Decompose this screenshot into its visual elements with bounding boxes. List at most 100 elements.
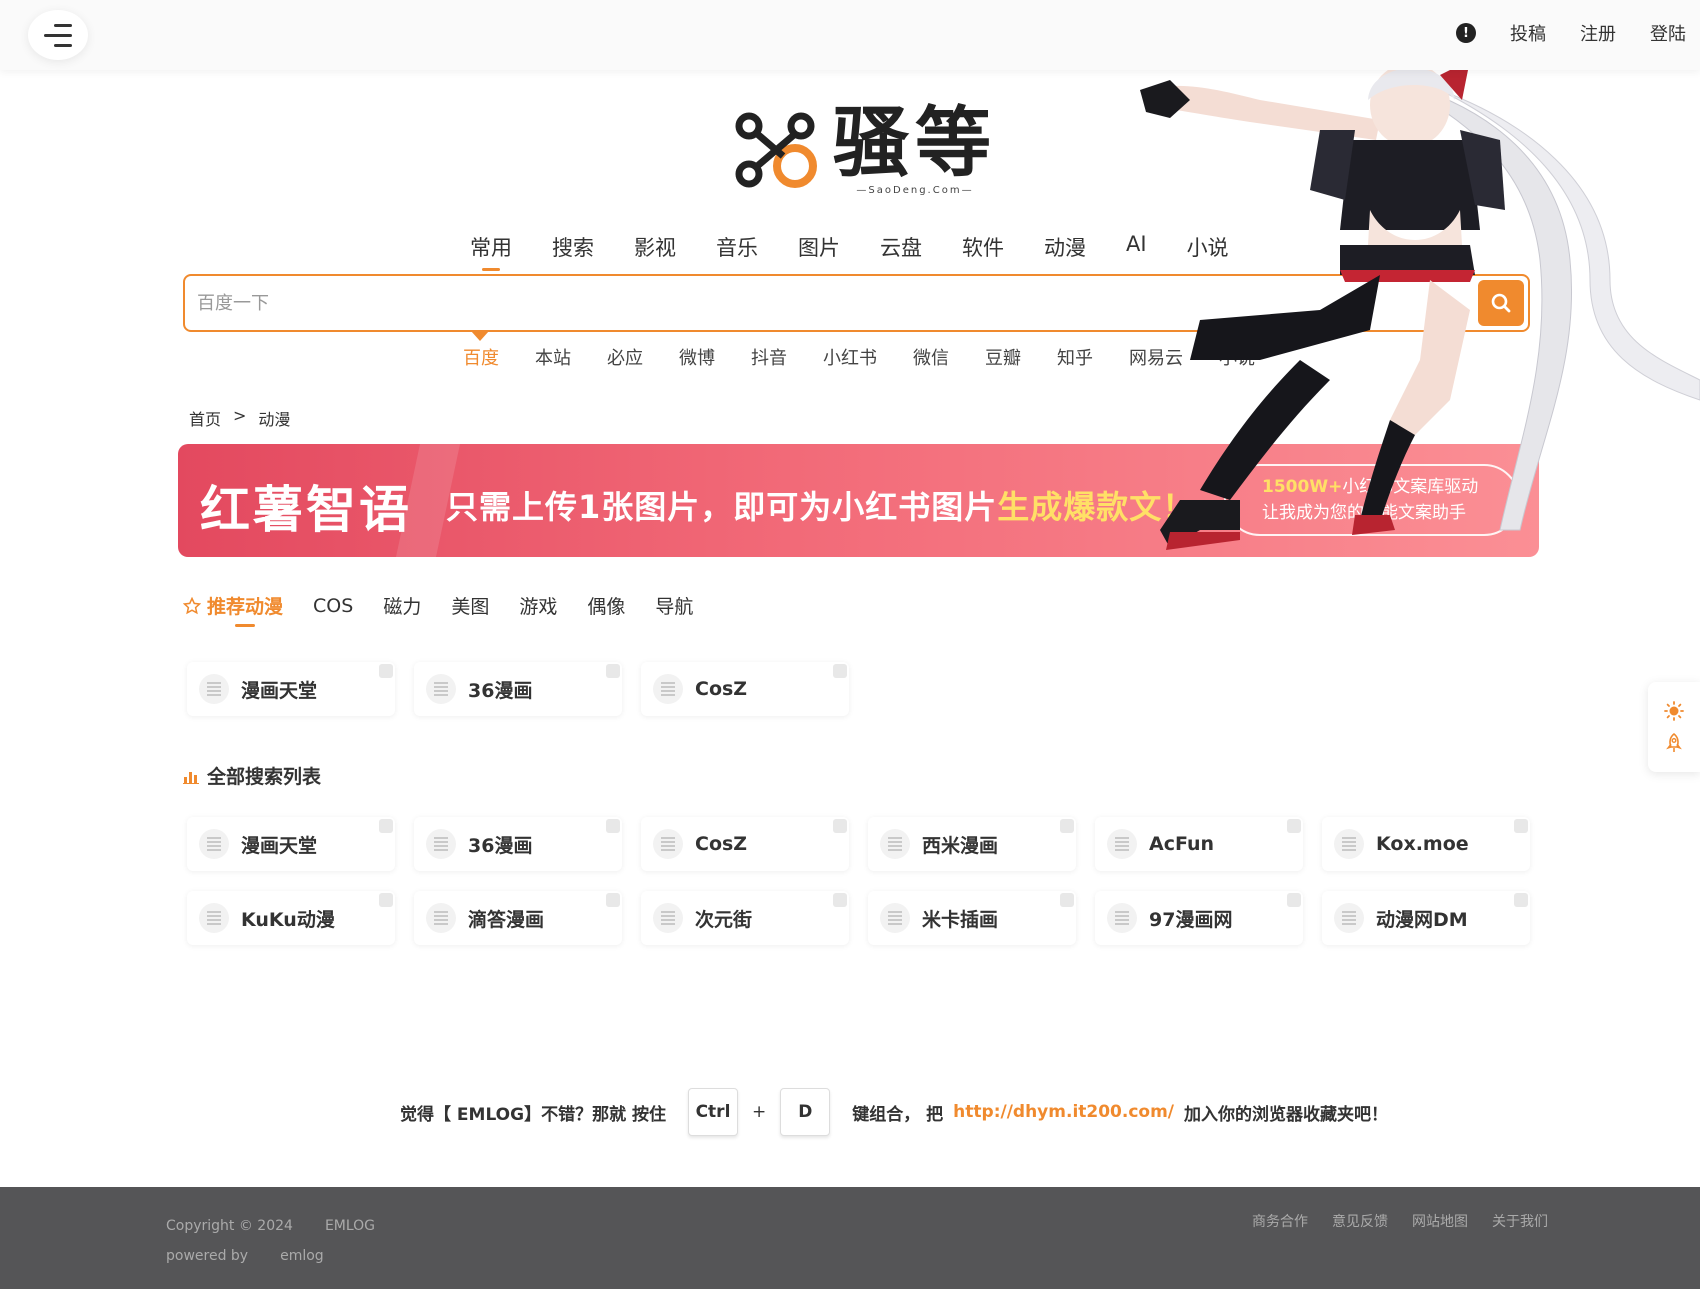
subtab-navigation[interactable]: 导航 [655, 592, 693, 619]
card-badge-icon [379, 664, 393, 678]
site-card[interactable]: KuKu动漫 [187, 891, 395, 945]
menu-line [54, 23, 72, 27]
engine-baidu[interactable]: 百度 [463, 344, 499, 370]
site-card[interactable]: 滴答漫画 [414, 891, 622, 945]
subtab-pictures[interactable]: 美图 [451, 592, 489, 619]
site-card[interactable]: 次元街 [641, 891, 849, 945]
site-card[interactable]: CosZ [641, 662, 849, 716]
logo-mark-icon [735, 112, 817, 188]
card-badge-icon [833, 664, 847, 678]
tab-music[interactable]: 音乐 [716, 232, 758, 262]
register-link[interactable]: 注册 [1580, 20, 1616, 46]
site-logo[interactable]: 骚等 —SaoDeng.Com— [735, 105, 997, 196]
tab-common[interactable]: 常用 [470, 232, 512, 262]
site-card[interactable]: Kox.moe [1322, 817, 1530, 871]
footer-link-sitemap[interactable]: 网站地图 [1412, 1211, 1468, 1231]
site-card[interactable]: 米卡插画 [868, 891, 1076, 945]
subtab-cos[interactable]: COS [313, 595, 353, 617]
engine-douyin[interactable]: 抖音 [751, 344, 787, 370]
engine-weibo[interactable]: 微博 [679, 344, 715, 370]
site-favicon-icon [1334, 903, 1364, 933]
breadcrumb-home[interactable]: 首页 [189, 406, 221, 430]
tab-software[interactable]: 软件 [962, 232, 1004, 262]
site-favicon-icon [426, 674, 456, 704]
site-card[interactable]: CosZ [641, 817, 849, 871]
breadcrumb-separator: > [233, 406, 247, 425]
banner-slogan: 只需上传1张图片，即可为小红书图片生成爆款文！ [446, 488, 1196, 526]
tab-anime[interactable]: 动漫 [1044, 232, 1086, 262]
site-card[interactable]: AcFun [1095, 817, 1303, 871]
logo-text: 骚等 [833, 98, 997, 187]
subtab-games[interactable]: 游戏 [519, 592, 557, 619]
site-card[interactable]: 漫画天堂 [187, 662, 395, 716]
footer-link-business[interactable]: 商务合作 [1252, 1211, 1308, 1231]
menu-line [54, 43, 72, 47]
search-box [183, 274, 1530, 332]
engine-zhihu[interactable]: 知乎 [1057, 344, 1093, 370]
site-card[interactable]: 97漫画网 [1095, 891, 1303, 945]
engine-novel[interactable]: 小说 [1219, 344, 1255, 370]
card-badge-icon [1514, 893, 1528, 907]
subtab-idols[interactable]: 偶像 [587, 592, 625, 619]
site-card[interactable]: 36漫画 [414, 817, 622, 871]
banner-pill: 1500W+小红书文案库驱动 让我成为您的智能文案助手 [1224, 464, 1520, 536]
star-icon [183, 596, 201, 614]
subtab-recommended[interactable]: 推荐动漫 [183, 592, 283, 627]
banner-title: 红薯智语 [200, 481, 412, 539]
notice-icon[interactable]: ! [1456, 23, 1476, 43]
bar-chart-icon [183, 771, 199, 784]
d-key: D [780, 1088, 831, 1136]
site-card[interactable]: 动漫网DM [1322, 891, 1530, 945]
card-badge-icon [833, 893, 847, 907]
breadcrumb: 首页 > 动漫 [189, 406, 290, 430]
anime-sub-tabs: 推荐动漫 COS 磁力 美图 游戏 偶像 导航 [183, 592, 693, 627]
engine-site[interactable]: 本站 [535, 344, 571, 370]
footer-link-about[interactable]: 关于我们 [1492, 1211, 1548, 1231]
card-badge-icon [833, 819, 847, 833]
tab-ai[interactable]: AI [1126, 232, 1147, 262]
tab-cloud-drive[interactable]: 云盘 [880, 232, 922, 262]
site-favicon-icon [1107, 903, 1137, 933]
card-badge-icon [1060, 893, 1074, 907]
ctrl-key: Ctrl [688, 1088, 738, 1136]
login-link[interactable]: 登陆 [1650, 20, 1686, 46]
top-actions: ! 投稿 注册 登陆 [1456, 20, 1686, 46]
tab-images[interactable]: 图片 [798, 232, 840, 262]
tab-video[interactable]: 影视 [634, 232, 676, 262]
engine-bing[interactable]: 必应 [607, 344, 643, 370]
top-bar: ! 投稿 注册 登陆 [0, 0, 1700, 70]
menu-toggle-button[interactable] [28, 10, 88, 60]
subtab-magnet[interactable]: 磁力 [383, 592, 421, 619]
tab-search[interactable]: 搜索 [552, 232, 594, 262]
search-button[interactable] [1478, 280, 1524, 326]
engine-pointer [471, 331, 489, 341]
card-badge-icon [1287, 819, 1301, 833]
site-favicon-icon [653, 674, 683, 704]
site-card[interactable]: 漫画天堂 [187, 817, 395, 871]
engine-netease-music[interactable]: 网易云 [1129, 344, 1183, 370]
site-card[interactable]: 36漫画 [414, 662, 622, 716]
engine-wechat[interactable]: 微信 [913, 344, 949, 370]
site-url-link[interactable]: http://dhym.it200.com/ [953, 1102, 1174, 1122]
search-input[interactable] [185, 276, 1385, 330]
rocket-icon[interactable] [1664, 733, 1684, 753]
footer-link-feedback[interactable]: 意见反馈 [1332, 1211, 1388, 1231]
engine-douban[interactable]: 豆瓣 [985, 344, 1021, 370]
ad-banner[interactable]: 红薯智语 只需上传1张图片，即可为小红书图片生成爆款文！ 1500W+小红书文案… [178, 444, 1539, 557]
site-favicon-icon [1334, 829, 1364, 859]
footer-site-name[interactable]: EMLOG [325, 1218, 375, 1234]
breadcrumb-current: 动漫 [258, 410, 291, 429]
tab-novel[interactable]: 小说 [1187, 232, 1229, 262]
submit-link[interactable]: 投稿 [1510, 20, 1546, 46]
site-card[interactable]: 西米漫画 [868, 817, 1076, 871]
footer-engine-link[interactable]: emlog [280, 1248, 324, 1264]
site-favicon-icon [1107, 829, 1137, 859]
site-favicon-icon [653, 903, 683, 933]
sun-icon[interactable] [1664, 701, 1684, 721]
site-favicon-icon [199, 829, 229, 859]
search-icon [1491, 293, 1511, 313]
engine-xiaohongshu[interactable]: 小红书 [823, 344, 877, 370]
menu-line [44, 33, 72, 37]
footer: Copyright © 2024 EMLOG powered by emlog 商务… [0, 1187, 1700, 1289]
search-engines: 百度 本站 必应 微博 抖音 小红书 微信 豆瓣 知乎 网易云 小说 [463, 344, 1255, 370]
